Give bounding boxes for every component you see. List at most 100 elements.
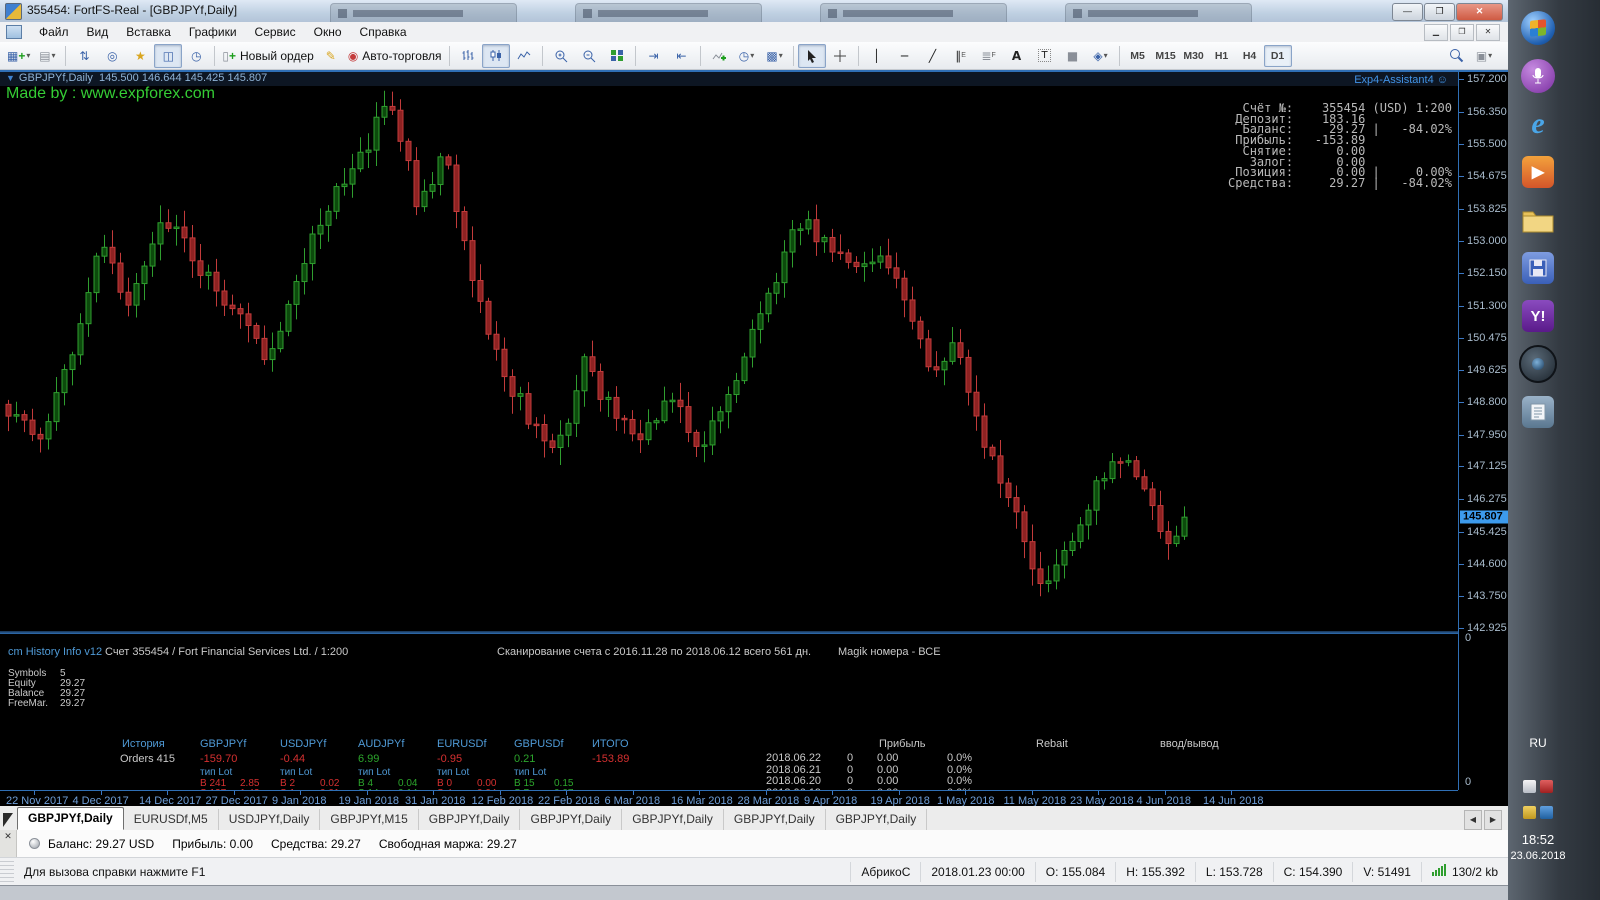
auto-scroll-button[interactable]: ⇥ <box>640 44 668 68</box>
chart-ohlc: 145.500 146.644 145.425 145.807 <box>99 72 268 84</box>
mdi-close-button[interactable]: ✕ <box>1476 23 1500 41</box>
chart-tab[interactable]: GBPJPYf,Daily <box>17 807 124 830</box>
fibonacci-button[interactable]: ≣ F <box>975 44 1003 68</box>
clock-date[interactable]: 23.06.2018 <box>1508 850 1568 862</box>
metaeditor-button[interactable]: ✎ <box>317 44 345 68</box>
menu-item-сервис[interactable]: Сервис <box>246 23 305 42</box>
tab-list-icon[interactable] <box>3 813 13 827</box>
terminal-close-icon[interactable]: ✕ <box>4 830 12 842</box>
search-button[interactable] <box>1442 44 1470 68</box>
equidistant-channel-button[interactable]: ∥ E <box>947 44 975 68</box>
zoom-out-button[interactable] <box>575 44 603 68</box>
mt4-window: 355454: FortFS-Real - [GBPJPYf,Daily] — … <box>0 0 1509 900</box>
market-watch-button[interactable]: ⇅ <box>70 44 98 68</box>
close-button[interactable]: ✕ <box>1456 3 1503 21</box>
history-scan-line: Сканирование счета с 2016.11.28 по 2018.… <box>497 646 812 658</box>
new-chart-button[interactable]: ▦ + ▾ <box>4 44 33 68</box>
text-button[interactable]: A <box>1003 44 1031 68</box>
indicators-button[interactable] <box>705 44 733 68</box>
timeframe-d1-button[interactable]: D1 <box>1263 44 1292 67</box>
printer-tray-icon <box>1523 780 1536 793</box>
chart-tab[interactable]: GBPJPYf,Daily <box>724 809 826 830</box>
mdi-minimize-button[interactable]: ▁ <box>1424 23 1448 41</box>
status-connection[interactable]: 130/2 kb <box>1420 862 1508 882</box>
menu-item-вид[interactable]: Вид <box>78 23 118 42</box>
ea-badge[interactable]: Exp4-Assistant4 ☺ <box>1354 74 1448 86</box>
layout-button[interactable]: ▣ ▾ <box>1470 44 1498 68</box>
profiles-button[interactable]: ▤ ▾ <box>33 44 61 68</box>
timeframe-m5-button[interactable]: M5 <box>1124 45 1152 67</box>
chart-tab[interactable]: GBPJPYf,Daily <box>622 809 724 830</box>
microphone-app-icon[interactable] <box>1518 56 1558 96</box>
chart-tab[interactable]: GBPJPYf,Daily <box>520 809 623 830</box>
chart-tab[interactable]: GBPJPYf,Daily <box>419 809 521 830</box>
tab-scroll-left-button[interactable]: ◀ <box>1464 810 1482 830</box>
cursor-button[interactable] <box>797 43 826 68</box>
camera-lens-icon[interactable] <box>1518 344 1558 384</box>
symbol-pl: 6.99 <box>358 753 380 765</box>
status-datetime: 2018.01.23 00:00 <box>920 862 1034 882</box>
maximize-button[interactable]: ❐ <box>1424 3 1455 21</box>
save-disk-icon[interactable] <box>1518 248 1558 288</box>
chart-tab[interactable]: USDJPYf,Daily <box>219 809 321 830</box>
tray-icons-row-2[interactable] <box>1508 806 1568 824</box>
vertical-line-button[interactable]: │ <box>863 44 891 68</box>
terminal-button[interactable]: ◫ <box>154 43 183 68</box>
menu-item-графики[interactable]: Графики <box>180 23 246 42</box>
internet-explorer-icon[interactable]: e <box>1518 104 1558 144</box>
windows-start-button[interactable] <box>1518 8 1558 48</box>
data-window-button[interactable]: ◎ <box>98 44 126 68</box>
price-axis-tick <box>1459 596 1464 598</box>
chart-collapse-icon[interactable]: ▼ <box>6 73 15 83</box>
menu-item-файл[interactable]: Файл <box>30 23 78 42</box>
chart-tab[interactable]: GBPJPYf,Daily <box>826 809 928 830</box>
crosshair-button[interactable] <box>826 44 854 68</box>
status-profile[interactable]: АбрикоС <box>850 862 920 882</box>
timeframe-m30-button[interactable]: M30 <box>1180 45 1208 67</box>
symbol-header: GBPUSDf <box>514 738 564 750</box>
minimize-button[interactable]: — <box>1392 3 1423 21</box>
main-menu: Файл Вид Вставка Графики Сервис Окно Справка <box>30 23 416 42</box>
media-player-icon[interactable]: ▶ <box>1518 152 1558 192</box>
tab-scroll-right-button[interactable]: ▶ <box>1484 810 1502 830</box>
shapes-button[interactable]: ■ <box>1059 44 1087 68</box>
menu-item-окно[interactable]: Окно <box>305 23 351 42</box>
language-indicator[interactable]: RU <box>1508 736 1568 750</box>
mdi-restore-button[interactable]: ❐ <box>1450 23 1474 41</box>
clock-time[interactable]: 18:52 <box>1508 832 1568 847</box>
navigator-button[interactable]: ★ <box>126 44 154 68</box>
chart-window-icon[interactable] <box>6 25 22 39</box>
zoom-in-button[interactable] <box>547 44 575 68</box>
chart-tab[interactable]: GBPJPYf,M15 <box>320 809 419 830</box>
menu-item-вставка[interactable]: Вставка <box>117 23 180 42</box>
arrows-button[interactable]: ◈ ▾ <box>1087 44 1115 68</box>
chart-tab[interactable]: EURUSDf,M5 <box>124 809 219 830</box>
tile-windows-button[interactable] <box>603 44 631 68</box>
new-order-button[interactable]: ▯ + Новый ордер <box>219 44 316 68</box>
folder-icon[interactable] <box>1518 200 1558 240</box>
indicator-scale-top: 0 <box>1465 632 1472 644</box>
yahoo-icon[interactable]: Y! <box>1518 296 1558 336</box>
text-label-button[interactable]: T <box>1031 44 1059 68</box>
chart-area[interactable]: ▼ GBPJPYf,Daily 145.500 146.644 145.425 1… <box>0 70 1509 809</box>
timeframe-h4-button[interactable]: H4 <box>1236 45 1264 67</box>
tray-icons-row-1[interactable] <box>1508 780 1568 798</box>
periods-button[interactable]: ◷ ▾ <box>733 44 761 68</box>
timeframe-m15-button[interactable]: M15 <box>1152 45 1180 67</box>
chart-shift-button[interactable]: ⇤ <box>668 44 696 68</box>
documents-app-icon[interactable] <box>1518 392 1558 432</box>
horizontal-line-button[interactable]: ─ <box>891 44 919 68</box>
autotrading-button[interactable]: ◉ Авто-торговля <box>345 44 445 68</box>
timeframe-h1-button[interactable]: H1 <box>1208 45 1236 67</box>
templates-button[interactable]: ▩ ▾ <box>761 44 789 68</box>
trendline-button[interactable]: ╱ <box>919 44 947 68</box>
price-axis[interactable]: 157.200 156.350 155.500 154.675 153.825 153.0… <box>1458 72 1509 790</box>
chart-symbol: GBPJPYf,Daily <box>18 72 93 84</box>
line-chart-button[interactable] <box>510 44 538 68</box>
bar-chart-button[interactable] <box>454 44 482 68</box>
candlestick-chart-button[interactable] <box>481 43 510 68</box>
strategy-tester-button[interactable]: ◷ <box>182 44 210 68</box>
menu-item-справка[interactable]: Справка <box>351 23 416 42</box>
account-info-panel: Счёт №: 355454 (USD) 1:200 Депозит: 183.… <box>1228 102 1452 189</box>
price-axis-label: 153.825 <box>1467 202 1507 215</box>
